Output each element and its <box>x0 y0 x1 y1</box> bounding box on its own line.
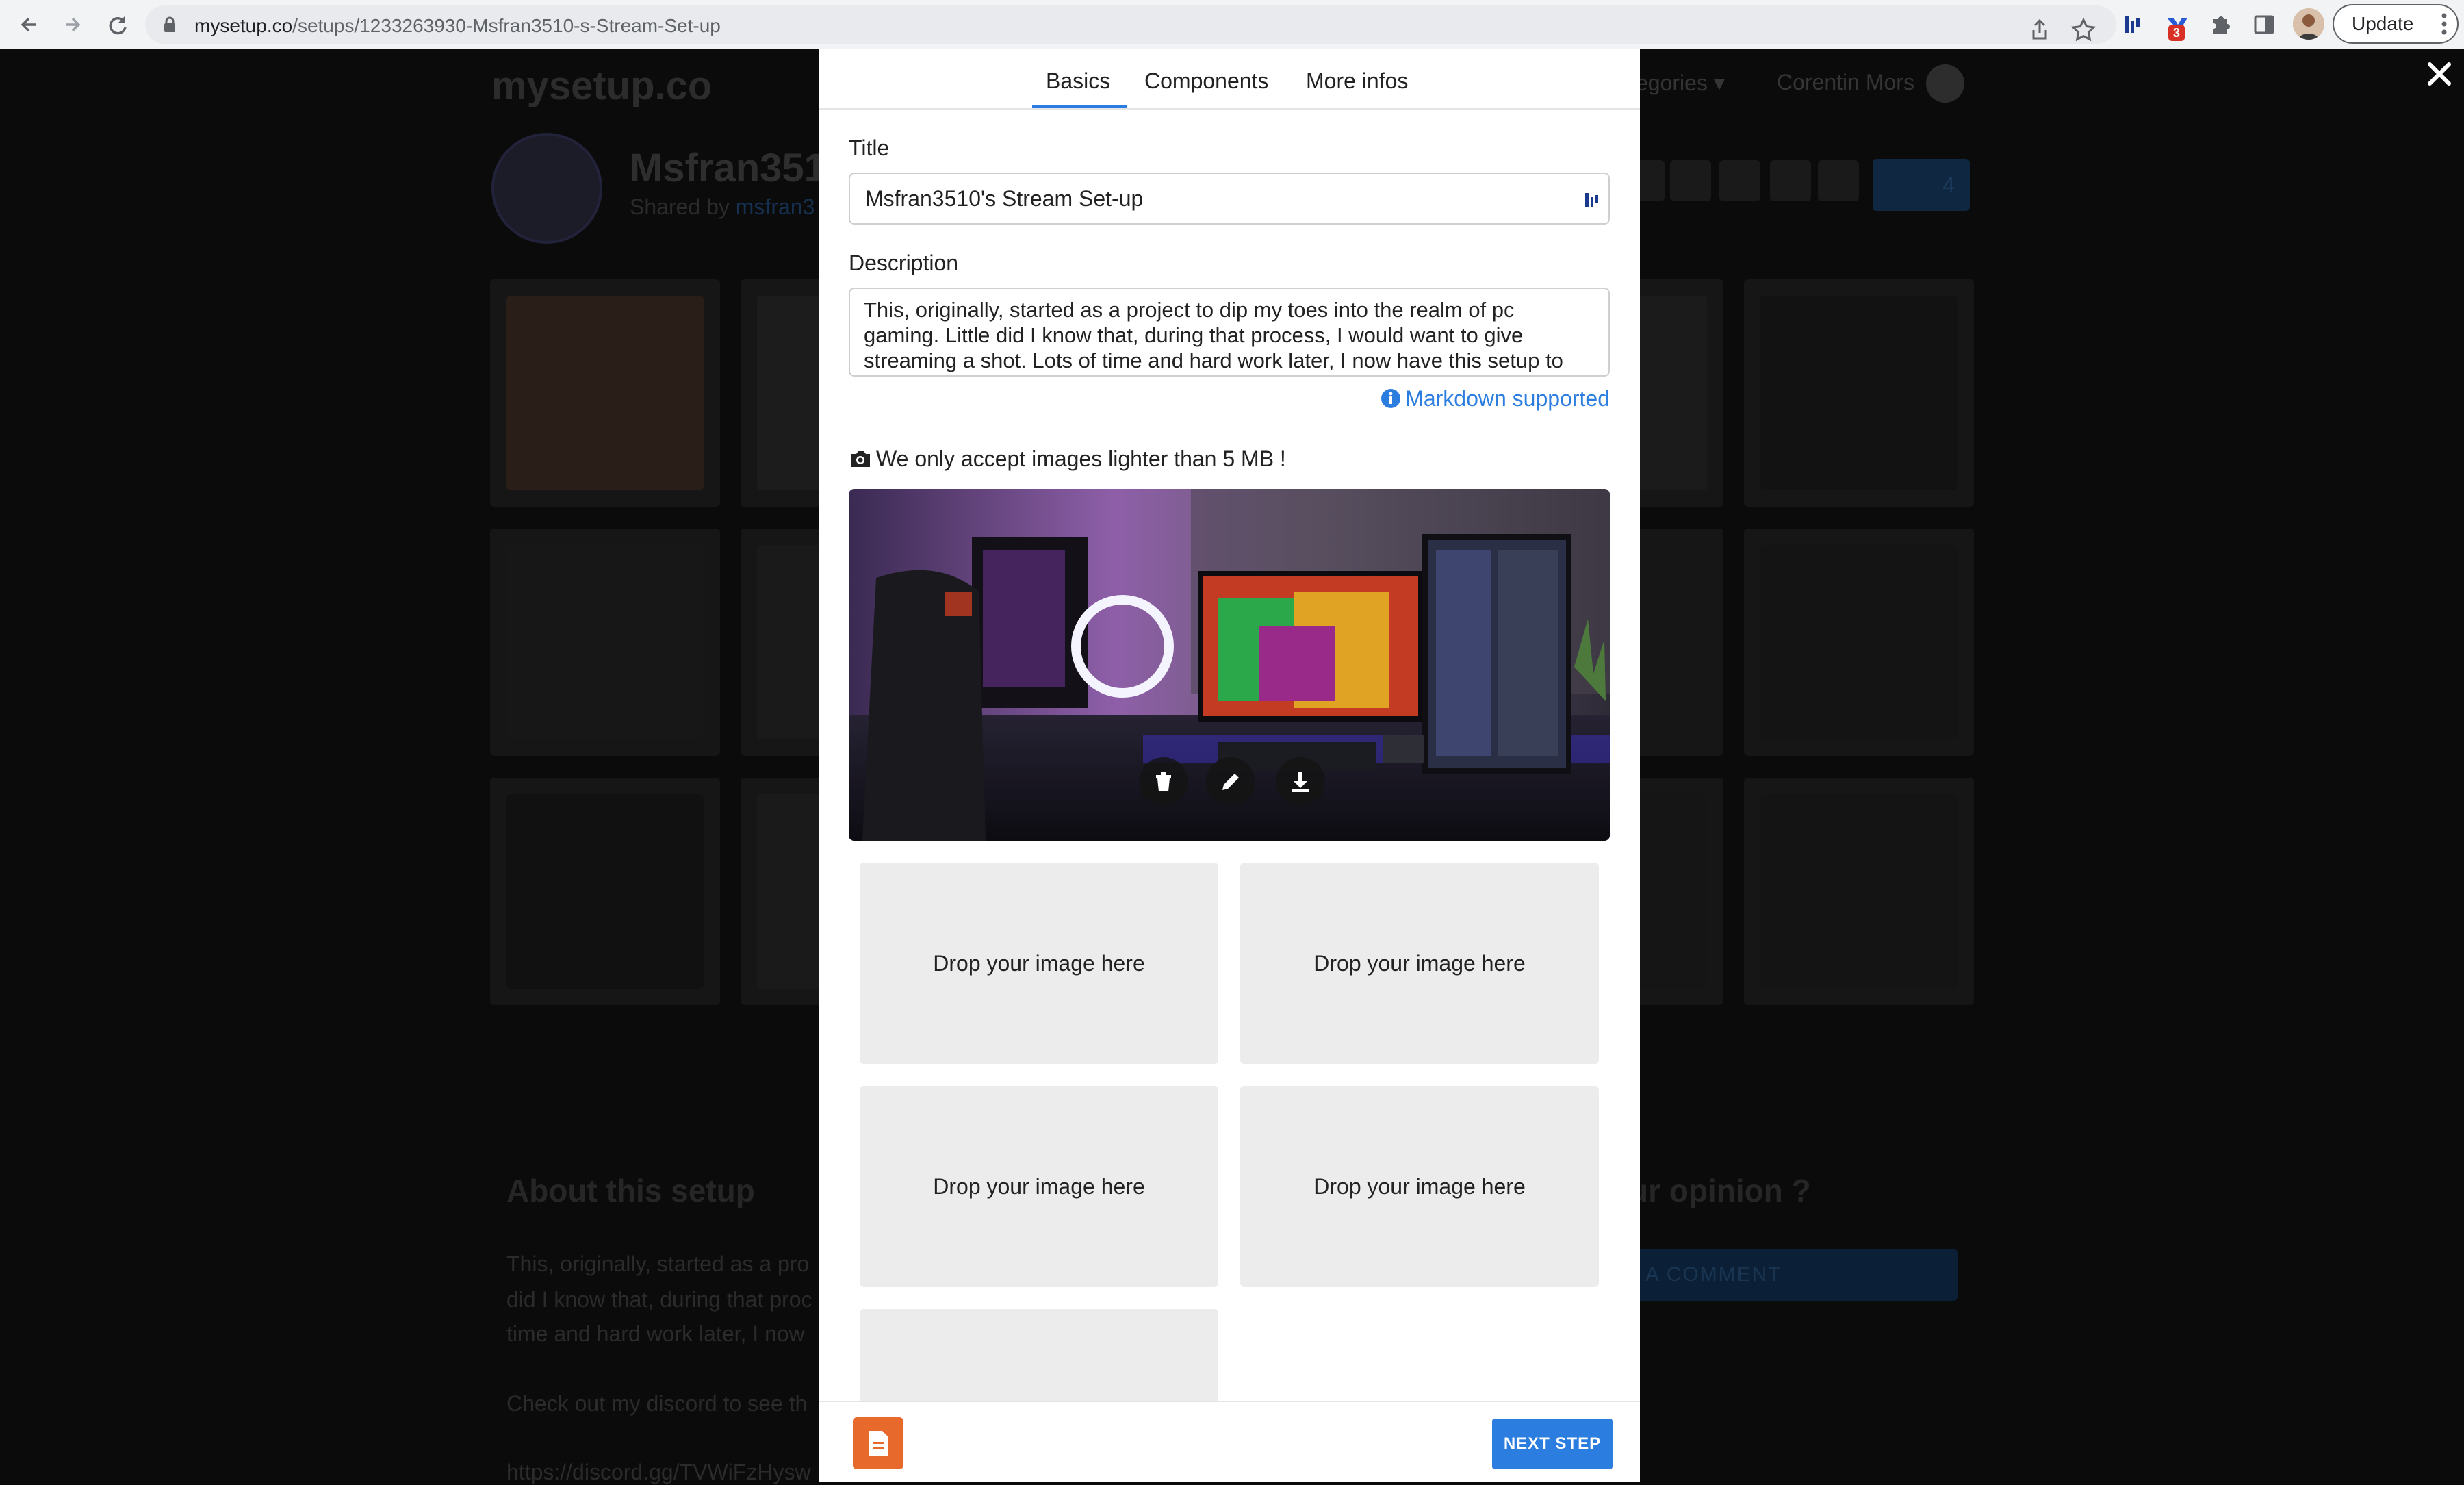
image-drop-zone[interactable]: Drop your image here <box>1240 1086 1599 1287</box>
component-tile <box>1744 778 1974 1005</box>
shared-by: Shared by msfran3 <box>630 194 815 219</box>
about-text-line: time and hard work later, I now <box>506 1321 805 1346</box>
about-text-line: did I know that, during that proc <box>506 1287 812 1312</box>
setup-title: Msfran3510 <box>630 146 849 190</box>
browser-toolbar: mysetup.co/setups/1233263930-Msfran3510-… <box>0 0 2464 49</box>
share-icon[interactable] <box>2025 15 2055 45</box>
about-text-line: Check out my discord to see th <box>506 1391 808 1416</box>
profile-avatar[interactable] <box>2293 8 2324 40</box>
like-button: 4 <box>1873 159 1970 211</box>
tab-basics[interactable]: Basics <box>1046 68 1110 94</box>
component-tile <box>1744 529 1974 756</box>
update-button[interactable]: Update <box>2333 4 2459 44</box>
description-label: Description <box>849 251 959 275</box>
image-drop-zone[interactable]: Drop your image here <box>860 863 1218 1064</box>
document-icon <box>869 1431 888 1456</box>
opinion-heading: ur opinion ? <box>1629 1173 1811 1208</box>
puzzle-icon[interactable] <box>2205 10 2235 40</box>
trash-icon <box>1156 772 1171 791</box>
about-heading: About this setup <box>506 1173 755 1208</box>
component-tile <box>490 279 720 507</box>
modal-tabs: Basics Components More infos <box>819 49 1640 110</box>
forward-icon[interactable] <box>57 10 88 40</box>
document-button[interactable] <box>853 1417 903 1469</box>
bg-action-button <box>1670 160 1711 201</box>
edit-image-button[interactable] <box>1206 757 1255 807</box>
edit-setup-modal: Basics Components More infos Title Msfra… <box>819 49 1640 1482</box>
more-menu-icon[interactable] <box>2441 11 2448 37</box>
url-text: mysetup.co/setups/1233263930-Msfran3510-… <box>194 15 721 36</box>
component-tile <box>490 778 720 1005</box>
next-step-button[interactable]: NEXT STEP <box>1492 1419 1613 1469</box>
bg-action-button <box>1719 160 1760 201</box>
setup-photo <box>849 489 1610 841</box>
download-icon <box>1292 772 1309 792</box>
setup-owner-avatar <box>491 133 602 244</box>
extension-bars-icon[interactable] <box>2118 10 2148 40</box>
password-manager-icon[interactable] <box>1582 189 1602 211</box>
extension-badge: 3 <box>2168 25 2185 41</box>
nav-user-name: Corentin Mors <box>1777 70 1914 94</box>
sidepanel-icon[interactable] <box>2249 10 2279 40</box>
back-icon[interactable] <box>14 10 44 40</box>
close-icon[interactable] <box>2424 59 2454 89</box>
lock-icon <box>164 16 175 32</box>
camera-icon <box>851 451 870 467</box>
nav-user-avatar <box>1926 64 1964 103</box>
active-tab-indicator <box>1032 105 1127 108</box>
site-logo: mysetup.co <box>491 64 713 108</box>
info-icon <box>1381 389 1401 408</box>
star-icon[interactable] <box>2068 15 2099 45</box>
description-textarea[interactable]: This, originally, started as a project t… <box>849 288 1610 377</box>
component-tile <box>1744 279 1974 507</box>
pencil-icon <box>1222 774 1239 790</box>
reload-icon[interactable] <box>103 10 133 40</box>
about-text-line: This, originally, started as a pro <box>506 1252 810 1276</box>
address-bar[interactable]: mysetup.co/setups/1233263930-Msfran3510-… <box>145 5 2116 44</box>
title-input[interactable]: Msfran3510's Stream Set-up <box>849 173 1610 225</box>
markdown-supported-link[interactable]: Markdown supported <box>1381 386 1610 411</box>
image-size-note: We only accept images lighter than 5 MB … <box>849 446 1286 472</box>
component-tile <box>490 529 720 756</box>
tab-components[interactable]: Components <box>1144 68 1268 94</box>
delete-image-button[interactable] <box>1139 757 1188 807</box>
bg-action-button <box>1818 160 1859 201</box>
image-drop-zone[interactable]: Drop your image here <box>1240 863 1599 1064</box>
add-comment-button: A COMMENT <box>1629 1249 1958 1301</box>
title-label: Title <box>849 136 890 160</box>
nav-categories: egories ▾ <box>1636 71 1725 95</box>
tab-more-infos[interactable]: More infos <box>1306 68 1408 94</box>
download-image-button[interactable] <box>1276 757 1325 807</box>
about-text-line: https://discord.gg/TVWiFzHysw <box>506 1460 811 1484</box>
bg-action-button <box>1770 160 1811 201</box>
image-drop-zone[interactable]: Drop your image here <box>860 1086 1218 1287</box>
modal-footer: NEXT STEP <box>819 1401 1640 1482</box>
